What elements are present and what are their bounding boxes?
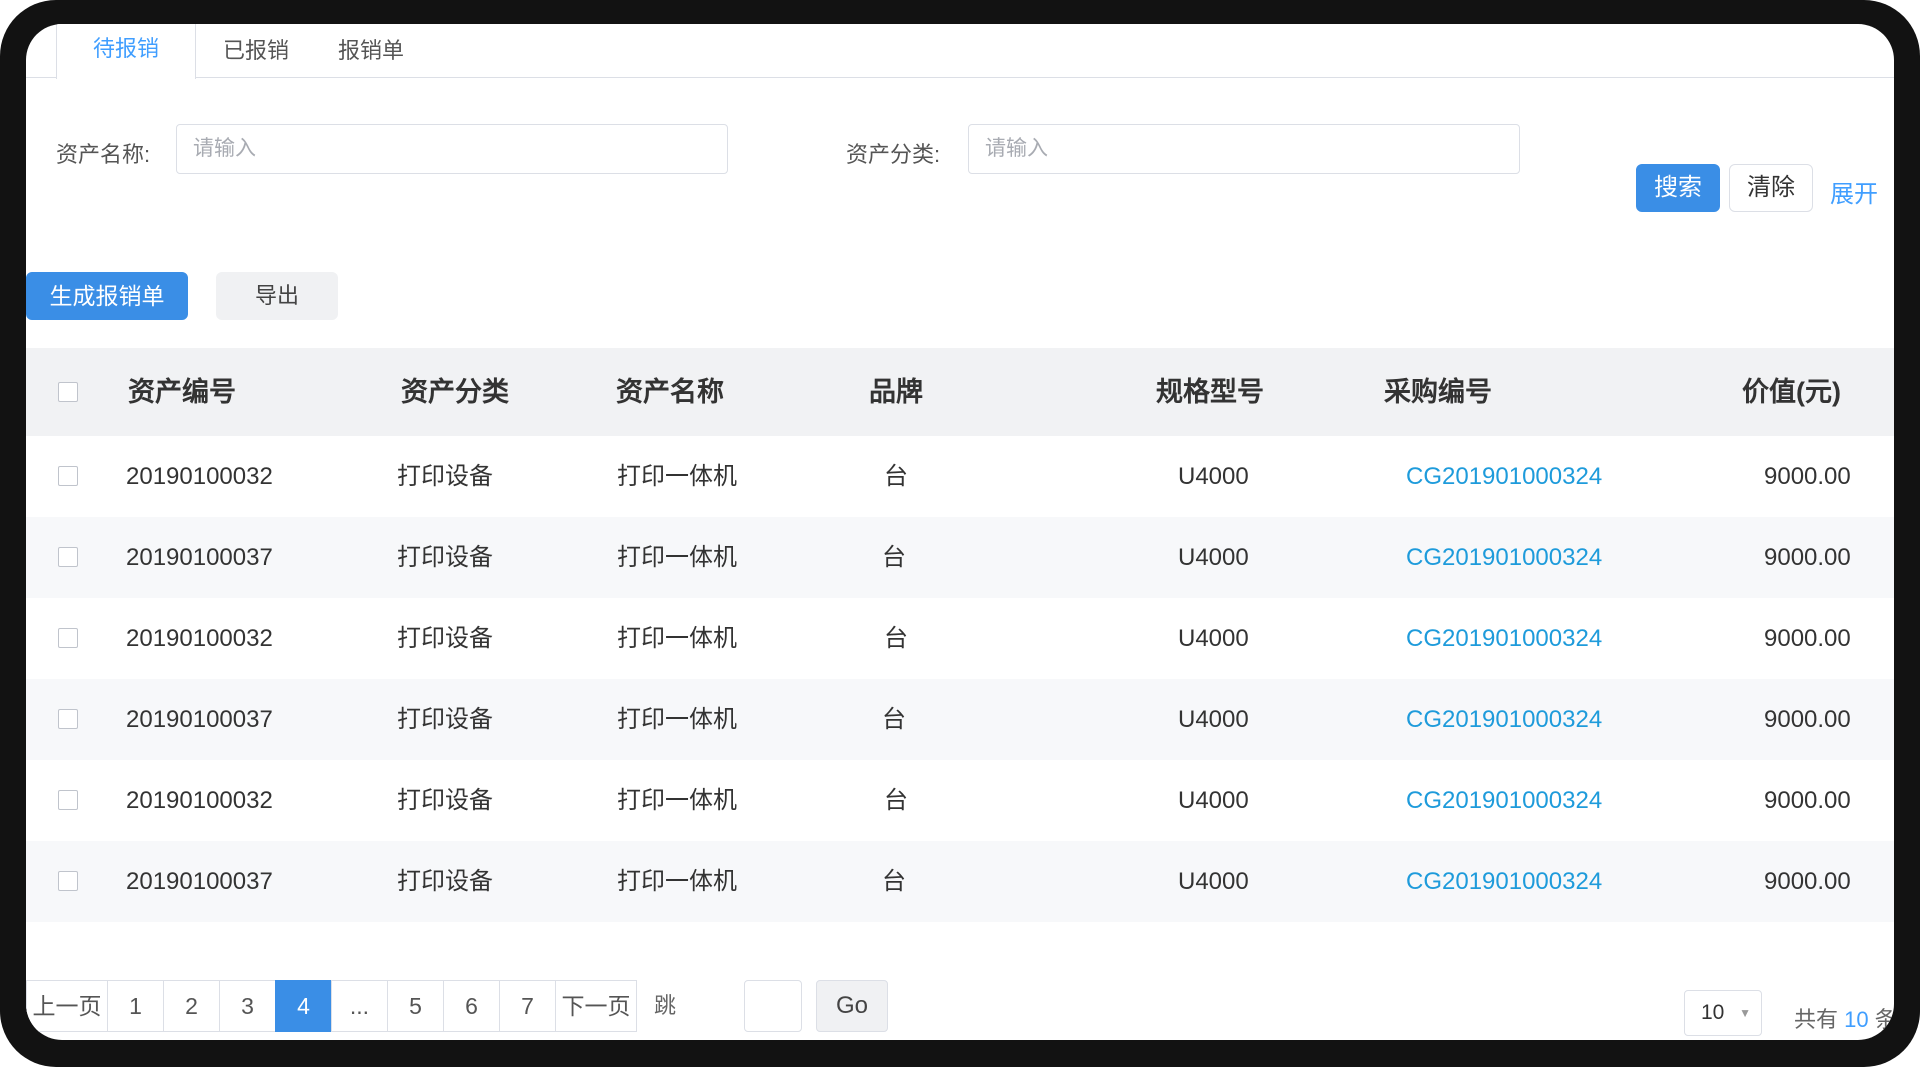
column-value: 价值(元): [1742, 377, 1841, 407]
row-checkbox[interactable]: [58, 709, 78, 729]
tab-reimbursement-forms[interactable]: 报销单: [316, 24, 426, 78]
column-purchase-number: 采购编号: [1384, 377, 1492, 407]
cell-brand: 台: [884, 625, 908, 652]
cell-model: U4000: [1178, 787, 1249, 814]
go-button[interactable]: Go: [816, 980, 888, 1032]
cell-value: 9000.00: [1764, 787, 1851, 814]
tab-reimbursed[interactable]: 已报销: [206, 24, 306, 78]
cell-purchase-number[interactable]: CG201901000324: [1406, 760, 1602, 841]
caret-down-icon: ▼: [1739, 1006, 1751, 1020]
cell-brand: 台: [882, 706, 906, 733]
page-ellipsis[interactable]: ...: [331, 980, 388, 1032]
cell-asset-category: 打印设备: [397, 706, 493, 733]
total-suffix: 条: [1874, 1007, 1894, 1032]
select-all-checkbox[interactable]: [58, 382, 78, 402]
cell-brand: 台: [882, 868, 906, 895]
expand-link-label: 展开: [1830, 181, 1878, 208]
cell-asset-category: 打印设备: [397, 868, 493, 895]
export-button[interactable]: 导出: [216, 272, 338, 320]
table-row[interactable]: 20190100032 打印设备 打印一体机 台 U4000 CG201901000324…: [26, 598, 1894, 679]
total-prefix: 共有: [1794, 1007, 1839, 1032]
cell-model: U4000: [1178, 868, 1249, 895]
current-page-button[interactable]: 4: [275, 980, 332, 1032]
table-header: 资产编号 资产分类 资产名称 品牌 规格型号 采购编号 价值(元): [26, 348, 1894, 436]
table-row[interactable]: 20190100037 打印设备 打印一体机 台 U4000 CG201901000324…: [26, 679, 1894, 760]
row-checkbox[interactable]: [58, 547, 78, 567]
column-brand: 品牌: [869, 377, 923, 407]
next-page-button[interactable]: 下一页: [555, 980, 637, 1032]
cell-brand: 台: [882, 544, 906, 571]
cell-asset-category: 打印设备: [397, 625, 493, 652]
column-model: 规格型号: [1156, 377, 1264, 407]
cell-value: 9000.00: [1764, 463, 1851, 490]
total-count: 共有 10 条: [1794, 1002, 1894, 1034]
cell-purchase-number[interactable]: CG201901000324: [1406, 598, 1602, 679]
cell-asset-category: 打印设备: [397, 787, 493, 814]
cell-model: U4000: [1178, 706, 1249, 733]
row-checkbox[interactable]: [58, 790, 78, 810]
prev-page-button[interactable]: 上一页: [26, 980, 108, 1032]
column-asset-number: 资产编号: [128, 377, 236, 407]
search-button[interactable]: 搜索: [1636, 164, 1720, 212]
cell-purchase-number[interactable]: CG201901000324: [1406, 517, 1602, 598]
cell-asset-number: 20190100037: [126, 706, 273, 733]
cell-asset-name: 打印一体机: [617, 787, 737, 814]
page-button[interactable]: 5: [387, 980, 444, 1032]
cell-asset-number: 20190100032: [126, 787, 273, 814]
page-button[interactable]: 6: [443, 980, 500, 1032]
total-number: 10: [1844, 1007, 1869, 1032]
jump-page-input[interactable]: [744, 980, 802, 1032]
cell-value: 9000.00: [1764, 868, 1851, 895]
asset-name-label: 资产名称:: [56, 142, 151, 167]
table-row[interactable]: 20190100037 打印设备 打印一体机 台 U4000 CG201901000324…: [26, 841, 1894, 922]
cell-brand: 台: [884, 463, 908, 490]
cell-asset-name: 打印一体机: [617, 868, 737, 895]
tab-bar: 待报销 已报销 报销单: [26, 24, 1894, 79]
row-checkbox[interactable]: [58, 628, 78, 648]
cell-model: U4000: [1178, 625, 1249, 652]
page-button[interactable]: 3: [219, 980, 276, 1032]
row-checkbox[interactable]: [58, 871, 78, 891]
table-row[interactable]: 20190100032 打印设备 打印一体机 台 U4000 CG201901000324…: [26, 436, 1894, 517]
asset-category-input[interactable]: [968, 124, 1520, 174]
device-frame: 待报销 已报销 报销单 资产名称: 资产分类: 搜索 清除 展开 生成报销单 导…: [0, 0, 1920, 1067]
generate-reimbursement-button[interactable]: 生成报销单: [26, 272, 188, 320]
column-asset-name: 资产名称: [616, 377, 724, 407]
cell-asset-number: 20190100037: [126, 868, 273, 895]
cell-purchase-number[interactable]: CG201901000324: [1406, 436, 1602, 517]
table-row[interactable]: 20190100037 打印设备 打印一体机 台 U4000 CG201901000324…: [26, 517, 1894, 598]
expand-link[interactable]: 展开: [1830, 174, 1878, 209]
cell-asset-name: 打印一体机: [617, 706, 737, 733]
asset-name-input[interactable]: [176, 124, 728, 174]
cell-asset-number: 20190100037: [126, 544, 273, 571]
page-size-select[interactable]: 10 ▼: [1684, 990, 1762, 1036]
page-button[interactable]: 7: [499, 980, 556, 1032]
cell-brand: 台: [884, 787, 908, 814]
cell-asset-number: 20190100032: [126, 625, 273, 652]
cell-model: U4000: [1178, 463, 1249, 490]
tab-pending-reimbursement[interactable]: 待报销: [56, 24, 196, 79]
table-row[interactable]: 20190100032 打印设备 打印一体机 台 U4000 CG201901000324…: [26, 760, 1894, 841]
page-button[interactable]: 2: [163, 980, 220, 1032]
asset-category-label: 资产分类:: [846, 142, 941, 167]
cell-asset-category: 打印设备: [397, 544, 493, 571]
cell-purchase-number[interactable]: CG201901000324: [1406, 841, 1602, 922]
cell-value: 9000.00: [1764, 544, 1851, 571]
jump-to-label: 跳转到: [654, 993, 677, 1018]
app-screen: 待报销 已报销 报销单 资产名称: 资产分类: 搜索 清除 展开 生成报销单 导…: [26, 24, 1894, 1040]
row-checkbox[interactable]: [58, 466, 78, 486]
page-button[interactable]: 1: [107, 980, 164, 1032]
cell-asset-name: 打印一体机: [617, 625, 737, 652]
cell-model: U4000: [1178, 544, 1249, 571]
cell-purchase-number[interactable]: CG201901000324: [1406, 679, 1602, 760]
cell-value: 9000.00: [1764, 706, 1851, 733]
cell-asset-name: 打印一体机: [617, 463, 737, 490]
cell-asset-number: 20190100032: [126, 463, 273, 490]
clear-button[interactable]: 清除: [1729, 164, 1813, 212]
page-size-value: 10: [1701, 1001, 1725, 1024]
cell-asset-category: 打印设备: [397, 463, 493, 490]
cell-asset-name: 打印一体机: [617, 544, 737, 571]
cell-value: 9000.00: [1764, 625, 1851, 652]
column-asset-category: 资产分类: [401, 377, 509, 407]
